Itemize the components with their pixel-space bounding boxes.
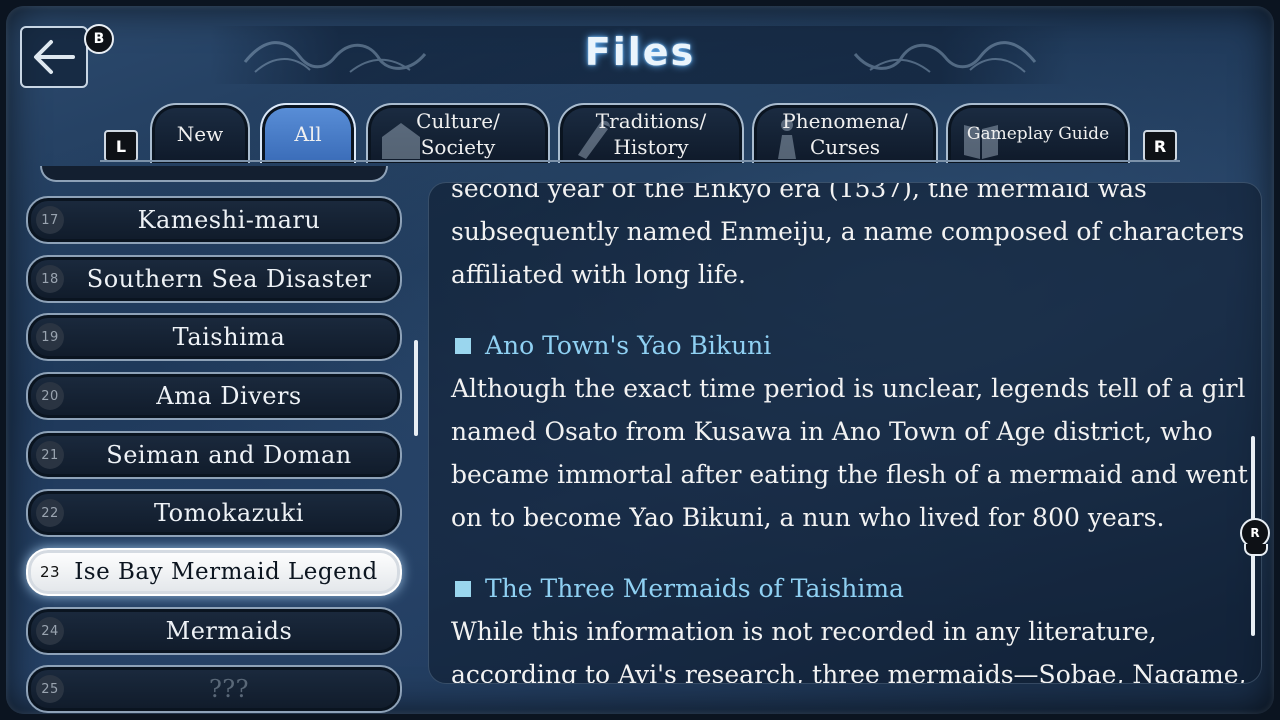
item-number: 17 [36,206,64,234]
item-number: 18 [36,265,64,293]
tab-culture-society[interactable]: Culture/ Society [366,103,550,163]
content-text: Although the exact time period is unclea… [451,374,1246,403]
section-heading-text: The Three Mermaids of Taishima [485,574,904,603]
list-item[interactable]: 24 Mermaids [26,607,402,655]
content-text: on to become Yao Bikuni, a nun who lived… [451,503,1165,532]
item-label: Southern Sea Disaster [86,265,372,293]
tab-divider [100,160,1180,162]
tab-new[interactable]: New [150,103,250,163]
back-button[interactable] [20,26,88,88]
list-item[interactable]: 17 Kameshi-maru [26,196,402,244]
arrow-left-icon [34,40,75,74]
list-scrollbar[interactable] [414,340,418,436]
item-number: 21 [36,441,64,469]
section-heading: Ano Town's Yao Bikuni [451,324,1251,367]
tab-culture-society-label: Culture/ Society [416,109,500,159]
list-item[interactable]: 22 Tomokazuki [26,489,402,537]
tab-traditions-history-label: Traditions/ History [595,109,707,159]
item-number: 22 [36,499,64,527]
list-item[interactable]: 18 Southern Sea Disaster [26,255,402,303]
list-item[interactable]: 21 Seiman and Doman [26,431,402,479]
item-label: Tomokazuki [154,499,304,527]
r-shoulder-button[interactable]: R [1143,130,1177,162]
item-label: Seiman and Doman [106,441,352,469]
page-title: Files [584,30,696,74]
square-bullet-icon [455,337,471,354]
tab-all-label: All [294,122,322,146]
l-shoulder-button[interactable]: L [104,130,138,162]
square-bullet-icon [455,580,471,597]
list-item-partial[interactable] [40,166,388,182]
item-number: 25 [36,675,64,703]
item-label: Ama Divers [156,382,302,410]
tab-all[interactable]: All [260,103,356,163]
list-item-selected[interactable]: 23 Ise Bay Mermaid Legend [26,548,402,596]
tab-phenomena-curses[interactable]: Phenomena/ Curses [752,103,938,163]
tab-traditions-history[interactable]: Traditions/ History [558,103,744,163]
file-content-panel[interactable]: second year of the Enkyō era (1537), the… [428,182,1262,684]
item-label: Taishima [172,323,286,351]
r-stick-base [1244,544,1268,556]
item-number: 23 [39,563,61,581]
section-heading: The Three Mermaids of Taishima [451,567,1251,610]
item-number: 24 [36,617,64,645]
content-text: named Osato from Kusawa in Ano Town of A… [451,417,1213,446]
tab-gameplay-guide[interactable]: Gameplay Guide [946,103,1130,163]
content-text: became immortal after eating the flesh o… [451,460,1248,489]
tab-new-label: New [176,122,224,146]
content-text: subsequently named Enmeiju, a name compo… [451,217,1245,246]
item-label: ??? [208,675,250,703]
section-heading-text: Ano Town's Yao Bikuni [485,331,772,360]
list-item[interactable]: 19 Taishima [26,313,402,361]
item-number: 19 [36,323,64,351]
content-text: second year of the Enkyō era (1537), the… [451,182,1147,203]
list-item[interactable]: 20 Ama Divers [26,372,402,420]
b-button-glyph: B [84,24,114,54]
content-text: according to Avi's research, three merma… [451,660,1247,684]
list-item-locked[interactable]: 25 ??? [26,665,402,713]
tab-gameplay-guide-label: Gameplay Guide [966,124,1110,144]
item-label: Kameshi-maru [137,206,321,234]
content-text: affiliated with long life. [451,260,746,289]
tab-phenomena-curses-label: Phenomena/ Curses [782,109,908,159]
content-text: While this information is not recorded i… [451,617,1157,646]
item-label: Ise Bay Mermaid Legend [74,559,378,585]
item-label: Mermaids [165,617,293,645]
item-number: 20 [36,382,64,410]
